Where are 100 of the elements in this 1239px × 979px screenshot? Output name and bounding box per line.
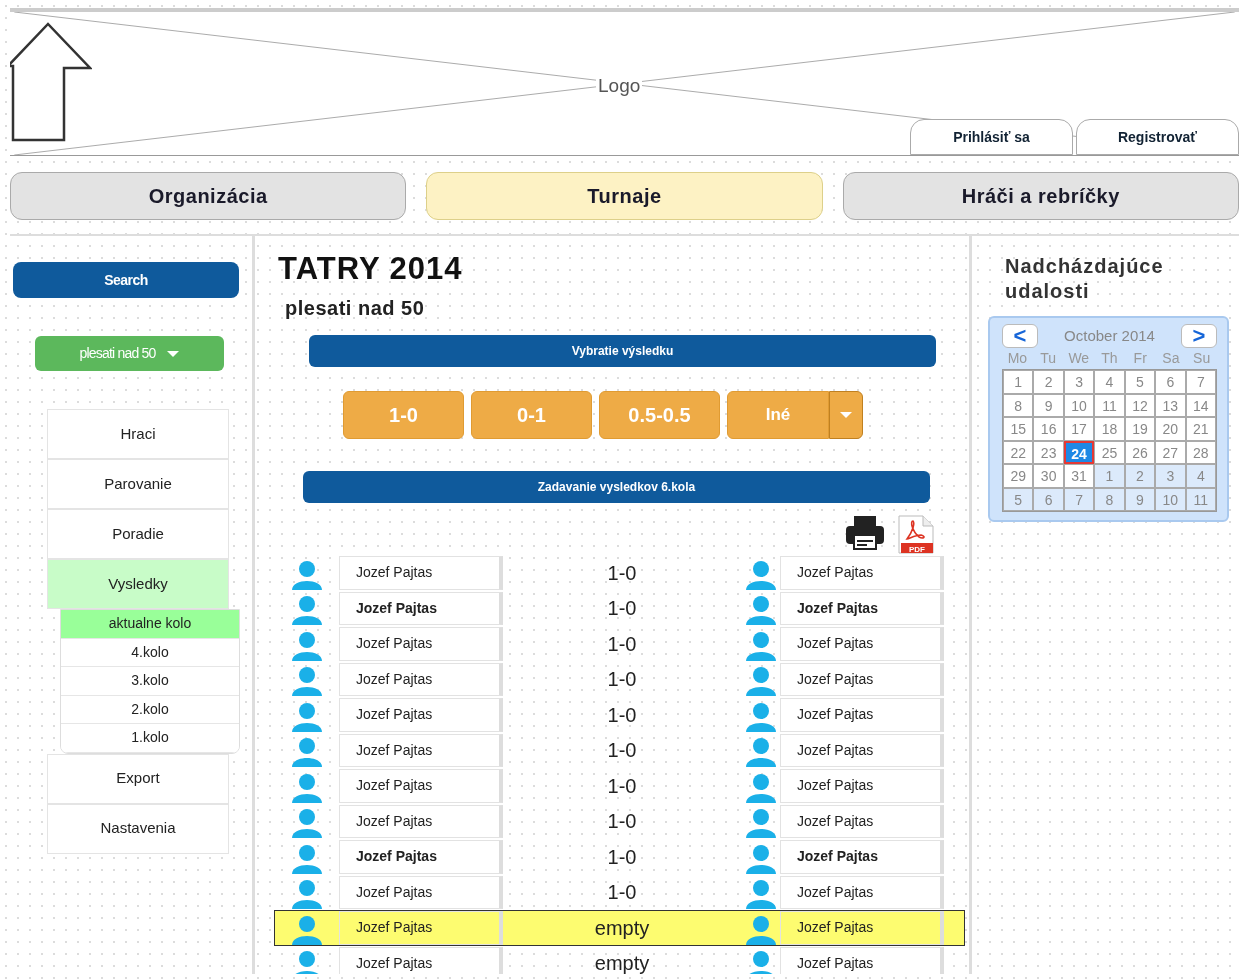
- player-name-cell: Jozef Pajtas: [780, 875, 944, 910]
- player-name-cell: Jozef Pajtas: [339, 733, 503, 768]
- menu-item[interactable]: Nastavenia: [47, 803, 229, 854]
- game-row[interactable]: Jozef Pajtas 1-0 Jozef Pajtas: [274, 555, 965, 591]
- calendar-day[interactable]: 8: [1094, 487, 1125, 511]
- player-name-cell: Jozef Pajtas: [780, 840, 944, 874]
- calendar-day[interactable]: 13: [1155, 393, 1186, 417]
- calendar-day[interactable]: 22: [1003, 440, 1034, 464]
- calendar-day[interactable]: 20: [1155, 417, 1186, 441]
- result-button[interactable]: 0.5-0.5: [599, 391, 720, 440]
- calendar-day[interactable]: 19: [1124, 417, 1156, 441]
- calendar-day[interactable]: 6: [1033, 487, 1064, 511]
- weekday-label: Fr: [1132, 349, 1148, 368]
- nav-tab[interactable]: Hráči a rebríčky: [842, 172, 1239, 220]
- user-icon: [291, 843, 323, 874]
- calendar-day[interactable]: 8: [1003, 393, 1034, 417]
- next-month-button[interactable]: >: [1181, 324, 1217, 348]
- user-icon: [291, 701, 323, 732]
- dropdown-toggle-button[interactable]: [829, 391, 863, 440]
- auth-button[interactable]: Registrovať: [1076, 119, 1239, 155]
- player-name-cell: Jozef Pajtas: [339, 698, 503, 732]
- user-icon: [744, 914, 777, 945]
- result-button[interactable]: 1-0: [343, 391, 464, 440]
- calendar-day[interactable]: 1: [1003, 370, 1034, 394]
- player-name-cell: Jozef Pajtas: [780, 591, 944, 626]
- result-button[interactable]: Iné: [727, 391, 829, 440]
- result-button[interactable]: 0-1: [471, 391, 592, 440]
- menu-item[interactable]: Vysledky: [47, 559, 229, 609]
- calendar-day[interactable]: 16: [1033, 417, 1064, 441]
- weekday-label: Su: [1192, 349, 1212, 368]
- weekday-label: Th: [1100, 349, 1119, 368]
- player-name-cell: Jozef Pajtas: [339, 911, 503, 945]
- auth-button[interactable]: Prihlásiť sa: [910, 119, 1073, 155]
- menu-item[interactable]: Hraci: [47, 409, 229, 459]
- calendar-day[interactable]: 5: [1124, 370, 1156, 394]
- game-row[interactable]: Jozef Pajtas 1-0 Jozef Pajtas: [274, 732, 965, 769]
- calendar-day[interactable]: 31: [1063, 464, 1095, 488]
- calendar-day[interactable]: 29: [1003, 464, 1034, 488]
- nav-tab[interactable]: Organizácia: [10, 172, 407, 220]
- user-icon: [291, 772, 323, 803]
- calendar-day[interactable]: 2: [1124, 464, 1156, 488]
- user-icon: [744, 772, 777, 803]
- player-name-cell: Jozef Pajtas: [339, 840, 503, 874]
- nav-tab[interactable]: Turnaje: [426, 172, 823, 220]
- game-row[interactable]: Jozef Pajtas 1-0 Jozef Pajtas: [274, 590, 965, 627]
- calendar-day[interactable]: 5: [1003, 487, 1034, 511]
- game-row[interactable]: Jozef Pajtas 1-0 Jozef Pajtas: [274, 803, 965, 840]
- game-row[interactable]: Jozef Pajtas 1-0 Jozef Pajtas: [274, 768, 965, 804]
- game-row[interactable]: Jozef Pajtas 1-0 Jozef Pajtas: [274, 626, 965, 662]
- calendar-day[interactable]: 9: [1033, 393, 1064, 417]
- printer-icon[interactable]: [845, 515, 885, 551]
- result-text: empty: [593, 951, 651, 974]
- calendar-day[interactable]: 23: [1033, 440, 1064, 464]
- calendar-day[interactable]: 30: [1033, 464, 1064, 488]
- user-icon: [291, 666, 323, 697]
- game-row[interactable]: Jozef Pajtas empty Jozef Pajtas: [274, 945, 965, 974]
- caret-icon: [167, 351, 180, 358]
- player-name-cell: Jozef Pajtas: [780, 662, 944, 697]
- user-icon: [291, 737, 323, 768]
- menu-item[interactable]: Parovanie: [47, 459, 229, 509]
- user-icon: [291, 808, 323, 839]
- user-icon: [291, 630, 323, 661]
- calendar-day[interactable]: 11: [1094, 393, 1125, 417]
- user-icon: [744, 630, 777, 661]
- calendar-day[interactable]: 3: [1063, 370, 1095, 394]
- game-row[interactable]: Jozef Pajtas 1-0 Jozef Pajtas: [274, 874, 965, 911]
- search-button[interactable]: Search: [13, 262, 239, 298]
- submenu-item[interactable]: aktualne kolo: [61, 610, 239, 639]
- calendar-day[interactable]: 25: [1094, 440, 1125, 464]
- calendar-day[interactable]: 10: [1155, 487, 1186, 511]
- calendar-day[interactable]: 4: [1094, 370, 1125, 394]
- calendar-day[interactable]: 27: [1155, 440, 1186, 464]
- game-row[interactable]: Jozef Pajtas 1-0 Jozef Pajtas: [274, 697, 965, 733]
- calendar-day[interactable]: 4: [1185, 464, 1216, 488]
- prev-month-button[interactable]: <: [1002, 324, 1038, 348]
- player-name-cell: Jozef Pajtas: [780, 911, 944, 945]
- calendar-day[interactable]: 17: [1063, 417, 1095, 441]
- result-text: 1-0: [606, 596, 638, 622]
- game-row[interactable]: Jozef Pajtas 1-0 Jozef Pajtas: [274, 839, 965, 875]
- pdf-icon[interactable]: PDF: [897, 515, 935, 556]
- calendar-day[interactable]: 2: [1033, 370, 1064, 394]
- calendar-day[interactable]: 7: [1185, 370, 1216, 394]
- game-row[interactable]: Jozef Pajtas 1-0 Jozef Pajtas: [274, 661, 965, 698]
- calendar-day[interactable]: 1: [1094, 464, 1125, 488]
- calendar-day[interactable]: 6: [1155, 370, 1186, 394]
- player-name-cell: Jozef Pajtas: [339, 556, 503, 590]
- calendar-day[interactable]: 15: [1003, 417, 1034, 441]
- result-text: 1-0: [606, 773, 638, 799]
- user-icon: [291, 559, 323, 590]
- player-name-cell: Jozef Pajtas: [780, 946, 944, 974]
- category-dropdown[interactable]: plesati nad 50: [35, 336, 224, 371]
- game-row[interactable]: Jozef Pajtas empty Jozef Pajtas: [274, 910, 965, 946]
- calendar-day[interactable]: 3: [1155, 464, 1186, 488]
- calendar-day[interactable]: 18: [1094, 417, 1125, 441]
- calendar-day[interactable]: 21: [1185, 417, 1216, 441]
- result-text: empty: [593, 915, 651, 941]
- menu-item[interactable]: Export: [47, 753, 229, 804]
- menu-item[interactable]: Poradie: [47, 509, 229, 559]
- weekday-label: Mo: [1006, 349, 1029, 368]
- player-name-cell: Jozef Pajtas: [339, 804, 503, 839]
